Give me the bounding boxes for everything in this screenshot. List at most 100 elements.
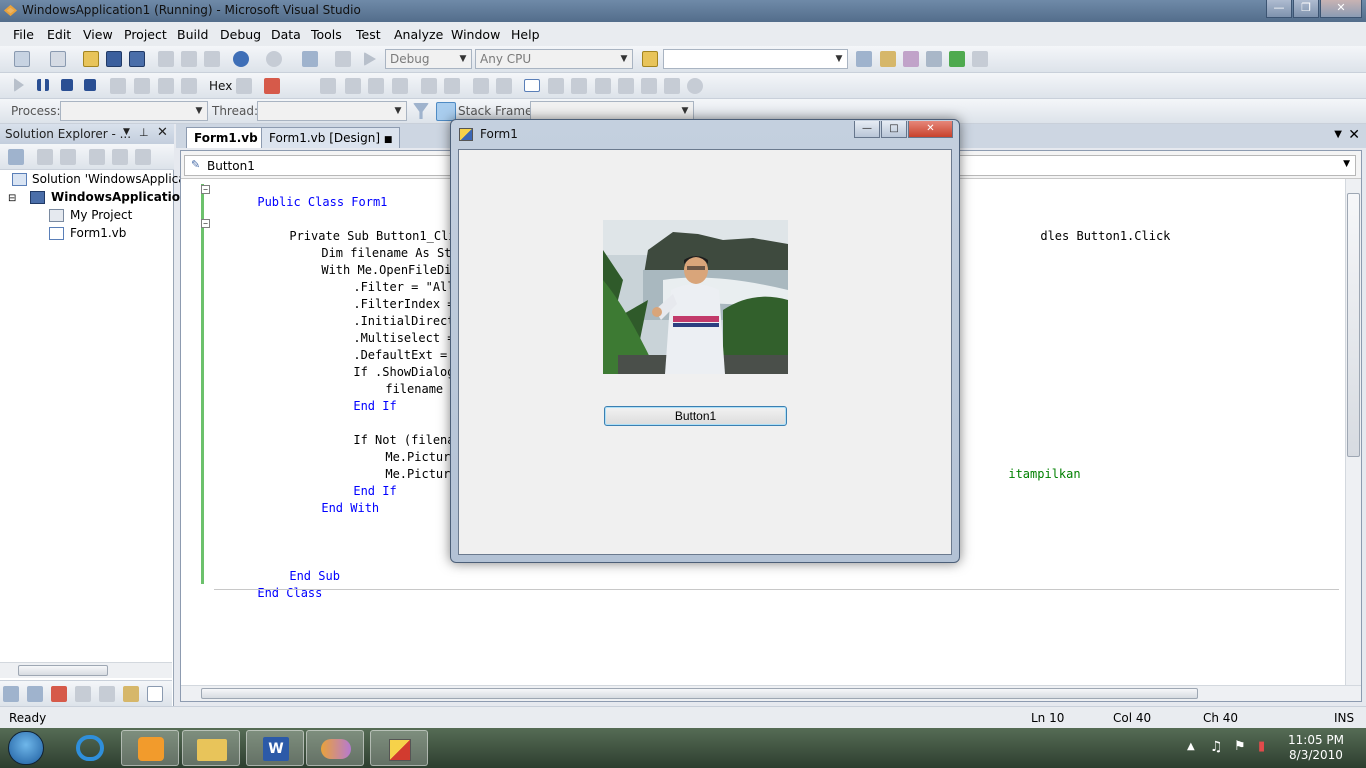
- redo-icon[interactable]: [266, 51, 282, 67]
- editor-vertical-scrollbar[interactable]: [1345, 179, 1361, 687]
- refresh-icon[interactable]: [60, 149, 76, 165]
- menu-tools[interactable]: Tools: [311, 27, 342, 42]
- class-view-tab-icon[interactable]: [27, 686, 43, 702]
- close-document-icon[interactable]: ✕: [1348, 127, 1360, 143]
- solution-platform-select[interactable]: Any CPU ▼: [475, 49, 633, 69]
- thread-select[interactable]: ▼: [257, 101, 407, 121]
- copy-icon[interactable]: [181, 51, 197, 67]
- taskbar-form1[interactable]: [370, 730, 428, 766]
- form-close-button[interactable]: ✕: [908, 121, 953, 138]
- menu-window[interactable]: Window: [451, 27, 500, 42]
- data-sources-tab-icon[interactable]: [123, 686, 139, 702]
- break-all-icon[interactable]: [37, 79, 49, 91]
- start-button[interactable]: [8, 731, 44, 765]
- menu-help[interactable]: Help: [511, 27, 540, 42]
- start-page-icon[interactable]: [949, 51, 965, 67]
- toggle-filter-icon[interactable]: [436, 102, 456, 121]
- process-select[interactable]: ▼: [60, 101, 208, 121]
- find-in-files-icon[interactable]: [642, 51, 658, 67]
- class-diagram-icon[interactable]: [135, 149, 151, 165]
- clear-bookmarks-icon[interactable]: [687, 78, 703, 94]
- start-debugging-icon[interactable]: [364, 52, 376, 66]
- network-icon[interactable]: ▮: [1258, 739, 1265, 754]
- toolbox-icon[interactable]: [926, 51, 942, 67]
- menu-project[interactable]: Project: [124, 27, 167, 42]
- menu-build[interactable]: Build: [177, 27, 208, 42]
- step-into-icon[interactable]: [134, 78, 150, 94]
- next-bookmark-folder-icon[interactable]: [618, 78, 634, 94]
- form-minimize-button[interactable]: —: [854, 121, 880, 138]
- pin-icon[interactable]: ⊥: [139, 126, 149, 139]
- decrease-indent-icon[interactable]: [421, 78, 437, 94]
- cut-icon[interactable]: [158, 51, 174, 67]
- object-browser-icon[interactable]: [903, 51, 919, 67]
- step-over-icon[interactable]: [158, 78, 174, 94]
- dropdown-icon[interactable]: ▼: [123, 127, 130, 137]
- pointer-icon[interactable]: [368, 78, 384, 94]
- debug-windows-icon[interactable]: [264, 78, 280, 94]
- taskbar-explorer[interactable]: [182, 730, 240, 766]
- save-icon[interactable]: [106, 51, 122, 67]
- menu-data[interactable]: Data: [271, 27, 301, 42]
- system-clock[interactable]: 11:05 PM 8/3/2010: [1288, 733, 1344, 763]
- taskbar-internet-explorer[interactable]: [61, 730, 119, 766]
- uncomment-icon[interactable]: [345, 78, 361, 94]
- view-designer-icon[interactable]: [112, 149, 128, 165]
- comment-lines-icon[interactable]: [473, 78, 489, 94]
- action-center-icon[interactable]: ⚑: [1234, 739, 1246, 754]
- tab-form1-design[interactable]: Form1.vb [Design] ■: [261, 127, 401, 148]
- properties-icon[interactable]: [8, 149, 24, 165]
- solution-configuration-select[interactable]: Debug ▼: [385, 49, 472, 69]
- taskbar-media-player[interactable]: [121, 730, 179, 766]
- command-window-icon[interactable]: [972, 51, 988, 67]
- stop-debugging-icon[interactable]: [61, 79, 73, 91]
- scrollbar-thumb[interactable]: [1347, 193, 1360, 457]
- menu-debug[interactable]: Debug: [220, 27, 261, 42]
- collapse-class-icon[interactable]: −: [201, 185, 210, 194]
- format-icon[interactable]: [392, 78, 408, 94]
- close-pane-icon[interactable]: ✕: [157, 125, 168, 140]
- form1-window[interactable]: Form1 — □ ✕ Button1: [450, 119, 960, 563]
- restart-icon[interactable]: [84, 79, 96, 91]
- filter-icon[interactable]: [413, 103, 429, 119]
- step-out-icon[interactable]: [181, 78, 197, 94]
- menu-view[interactable]: View: [83, 27, 113, 42]
- restore-button[interactable]: ❐: [1293, 0, 1319, 18]
- tree-item-form1[interactable]: Form1.vb: [70, 226, 126, 240]
- editor-horizontal-scrollbar[interactable]: [181, 685, 1361, 701]
- properties-tab-icon[interactable]: [75, 686, 91, 702]
- button1[interactable]: Button1: [604, 406, 787, 426]
- scrollbar-thumb[interactable]: [201, 688, 1198, 699]
- collapse-icon[interactable]: ⊟: [8, 193, 16, 204]
- bookmark-icon[interactable]: [524, 79, 540, 92]
- next-in-document-icon[interactable]: [664, 78, 680, 94]
- undo-icon[interactable]: [233, 51, 249, 67]
- find-combo[interactable]: ▼: [663, 49, 848, 69]
- form-maximize-button[interactable]: □: [881, 121, 907, 138]
- increase-indent-icon[interactable]: [444, 78, 460, 94]
- new-project-icon[interactable]: [14, 51, 30, 67]
- menu-analyze[interactable]: Analyze: [394, 27, 443, 42]
- open-file-icon[interactable]: [83, 51, 99, 67]
- tree-item-solution[interactable]: Solution 'WindowsApplicat: [32, 172, 190, 186]
- hex-toggle[interactable]: Hex: [209, 79, 232, 93]
- comment-icon[interactable]: [320, 78, 336, 94]
- navigate-forward-icon[interactable]: [335, 51, 351, 67]
- solution-explorer-icon[interactable]: [856, 51, 872, 67]
- navigate-backward-icon[interactable]: [302, 51, 318, 67]
- properties-window-icon[interactable]: [880, 51, 896, 67]
- breakpoints-icon[interactable]: [236, 78, 252, 94]
- prev-bookmark-icon[interactable]: [548, 78, 564, 94]
- next-bookmark-icon[interactable]: [571, 78, 587, 94]
- uncomment-lines-icon[interactable]: [496, 78, 512, 94]
- menu-edit[interactable]: Edit: [47, 27, 71, 42]
- server-explorer-tab-icon[interactable]: [51, 686, 67, 702]
- view-code-icon[interactable]: [89, 149, 105, 165]
- continue-icon[interactable]: [14, 78, 24, 92]
- scrollbar-thumb[interactable]: [18, 665, 108, 676]
- show-all-files-icon[interactable]: [37, 149, 53, 165]
- collapse-sub-icon[interactable]: −: [201, 219, 210, 228]
- toolbox-tab-icon[interactable]: [99, 686, 115, 702]
- taskbar-visual-studio[interactable]: [306, 730, 364, 766]
- team-explorer-tab-icon[interactable]: [147, 686, 163, 702]
